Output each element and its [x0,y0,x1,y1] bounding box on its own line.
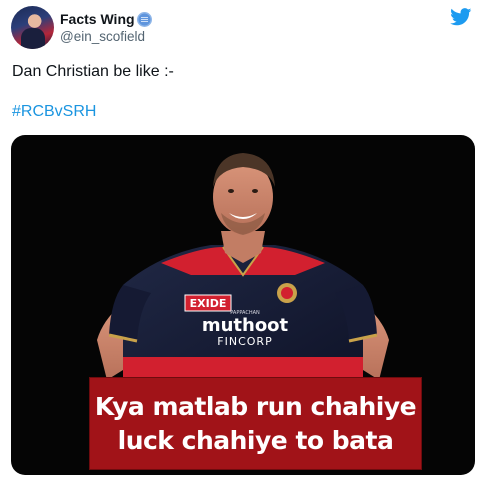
jersey-sponsor-exide: EXIDE [190,297,227,310]
caption-line-2: luck chahiye to bata [117,425,394,455]
verified-icon [136,11,152,27]
user-handle[interactable]: @ein_scofield [60,29,145,44]
avatar[interactable] [11,6,54,49]
display-name[interactable]: Facts Wing [60,11,152,27]
tweet-media-image[interactable]: EXIDE PAPPACHAN muthoot FINCORP Kya matl… [11,135,475,475]
jersey-brand-sub: FINCORP [217,335,272,348]
hashtag-link[interactable]: #RCBvSRH [12,103,96,121]
tweet-text: Dan Christian be like :- [12,63,174,80]
twitter-logo-icon[interactable] [450,8,472,26]
jersey-brand-main: muthoot [202,315,289,336]
meme-caption: Kya matlab run chahiye luck chahiye to b… [89,377,422,470]
tweet-card: Facts Wing @ein_scofield Dan Christian b… [0,0,479,480]
display-name-text: Facts Wing [60,11,135,27]
caption-line-1: Kya matlab run chahiye [94,391,417,421]
